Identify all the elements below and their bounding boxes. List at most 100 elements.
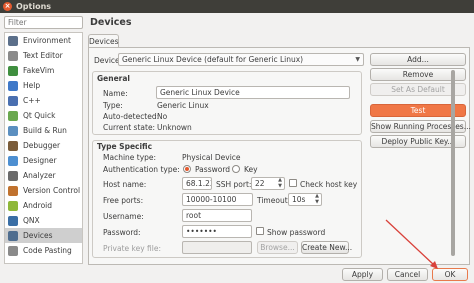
cpp-icon — [8, 96, 18, 106]
sidebar-item-qt-quick[interactable]: Qt Quick — [5, 108, 82, 123]
device-select[interactable]: Generic Linux Device (default for Generi… — [118, 53, 364, 66]
text-editor-icon — [8, 51, 18, 61]
general-title: General — [97, 74, 130, 83]
type-value: Generic Linux — [157, 101, 209, 110]
auth-type-label: Authentication type: — [103, 165, 180, 174]
key-radio[interactable] — [232, 165, 240, 173]
timeout-spinbox[interactable]: 10s ▲ ▼ — [288, 193, 322, 206]
sidebar-item-label: Code Pasting — [23, 246, 72, 255]
device-select-value: Generic Linux Device (default for Generi… — [122, 55, 304, 64]
current-state-value: Unknown — [157, 123, 192, 132]
spin-arrows-icon: ▲ ▼ — [315, 193, 319, 205]
current-state-label: Current state: — [103, 123, 156, 132]
sidebar-item-cpp[interactable]: C++ — [5, 93, 82, 108]
type-label: Type: — [103, 101, 123, 110]
sidebar-item-help[interactable]: Help — [5, 78, 82, 93]
window-title: Options — [16, 2, 52, 11]
sidebar-item-label: Android — [23, 201, 52, 210]
sidebar-item-label: Qt Quick — [23, 111, 56, 120]
version-control-icon — [8, 186, 18, 196]
sidebar-item-label: C++ — [23, 96, 41, 105]
sidebar-item-qnx[interactable]: QNX — [5, 213, 82, 228]
sidebar-item-label: Analyzer — [23, 171, 56, 180]
apply-button[interactable]: Apply — [342, 268, 383, 281]
sidebar-item-build-run[interactable]: Build & Run — [5, 123, 82, 138]
auto-detected-label: Auto-detected: — [103, 112, 160, 121]
sidebar-item-fakevim[interactable]: FakeVim — [5, 63, 82, 78]
private-key-field[interactable] — [182, 241, 252, 254]
sidebar-item-devices[interactable]: Devices — [5, 228, 82, 243]
qt-quick-icon — [8, 111, 18, 121]
name-field[interactable]: Generic Linux Device — [156, 86, 350, 99]
page-title: Devices — [90, 17, 132, 28]
check-host-key-label: Check host key — [300, 180, 358, 189]
qnx-icon — [8, 216, 18, 226]
machine-type-label: Machine type: — [103, 153, 157, 162]
sidebar-item-android[interactable]: Android — [5, 198, 82, 213]
code-pasting-icon — [8, 246, 18, 256]
username-field[interactable]: root — [182, 209, 252, 222]
sidebar-item-label: Help — [23, 81, 41, 90]
help-icon — [8, 81, 18, 91]
environment-icon — [8, 36, 18, 46]
ssh-port-value: 22 — [255, 179, 265, 188]
machine-type-value: Physical Device — [182, 153, 241, 162]
password-field[interactable]: ••••••• — [182, 225, 252, 238]
build-run-icon — [8, 126, 18, 136]
category-list: Environment Text Editor FakeVim Help C++ Qt Q… — [4, 32, 83, 264]
scrollbar-thumb[interactable] — [451, 70, 455, 256]
sidebar-item-environment[interactable]: Environment — [5, 33, 82, 48]
host-name-field[interactable]: 68.1.230 — [182, 177, 212, 190]
timeout-label: Timeout: — [257, 196, 291, 205]
sidebar-item-version-control[interactable]: Version Control — [5, 183, 82, 198]
devices-icon — [8, 231, 18, 241]
password-label: Password: — [103, 228, 141, 237]
filter-input[interactable] — [4, 16, 83, 29]
free-ports-field[interactable]: 10000-10100 — [182, 193, 253, 206]
cancel-button[interactable]: Cancel — [387, 268, 428, 281]
debugger-icon — [8, 141, 18, 151]
add-button[interactable]: Add... — [370, 53, 466, 66]
sidebar-item-code-pasting[interactable]: Code Pasting — [5, 243, 82, 258]
sidebar-item-label: QNX — [23, 216, 40, 225]
show-password-label: Show password — [267, 228, 326, 237]
timeout-value: 10s — [292, 195, 306, 204]
sidebar-item-label: Environment — [23, 36, 71, 45]
fakevim-icon — [8, 66, 18, 76]
free-ports-label: Free ports: — [103, 196, 144, 205]
tab-devices[interactable]: Devices — [88, 34, 119, 48]
sidebar-item-text-editor[interactable]: Text Editor — [5, 48, 82, 63]
key-radio-label: Key — [244, 165, 258, 174]
sidebar-item-designer[interactable]: Designer — [5, 153, 82, 168]
type-specific-title: Type Specific — [97, 142, 153, 151]
sidebar-item-label: Build & Run — [23, 126, 67, 135]
auto-detected-value: No — [157, 112, 168, 121]
ssh-port-spinbox[interactable]: 22 ▲ ▼ — [251, 177, 285, 190]
sidebar-item-label: Designer — [23, 156, 57, 165]
private-key-label: Private key file: — [103, 244, 161, 253]
sidebar-item-label: Debugger — [23, 141, 61, 150]
username-label: Username: — [103, 212, 144, 221]
create-new-button[interactable]: Create New... — [301, 241, 352, 254]
title-bar: × Options — [0, 0, 474, 13]
sidebar-item-label: FakeVim — [23, 66, 55, 75]
devices-panel: Device: Generic Linux Device (default fo… — [88, 47, 471, 265]
show-password-checkbox[interactable] — [256, 227, 264, 235]
ssh-port-label: SSH port: — [216, 180, 252, 189]
password-radio-label: Password — [195, 165, 231, 174]
chevron-down-icon: ▼ — [355, 56, 360, 63]
analyzer-icon — [8, 171, 18, 181]
sidebar-item-label: Text Editor — [23, 51, 63, 60]
password-radio[interactable] — [183, 165, 191, 173]
browse-button[interactable]: Browse... — [257, 241, 298, 254]
sidebar-item-debugger[interactable]: Debugger — [5, 138, 82, 153]
android-icon — [8, 201, 18, 211]
close-icon[interactable]: × — [3, 2, 12, 11]
host-name-label: Host name: — [103, 180, 147, 189]
sidebar-item-analyzer[interactable]: Analyzer — [5, 168, 82, 183]
check-host-key-checkbox[interactable] — [289, 179, 297, 187]
designer-icon — [8, 156, 18, 166]
scrollbar[interactable] — [450, 70, 456, 258]
name-label: Name: — [103, 89, 128, 98]
ok-button[interactable]: OK — [432, 268, 468, 281]
